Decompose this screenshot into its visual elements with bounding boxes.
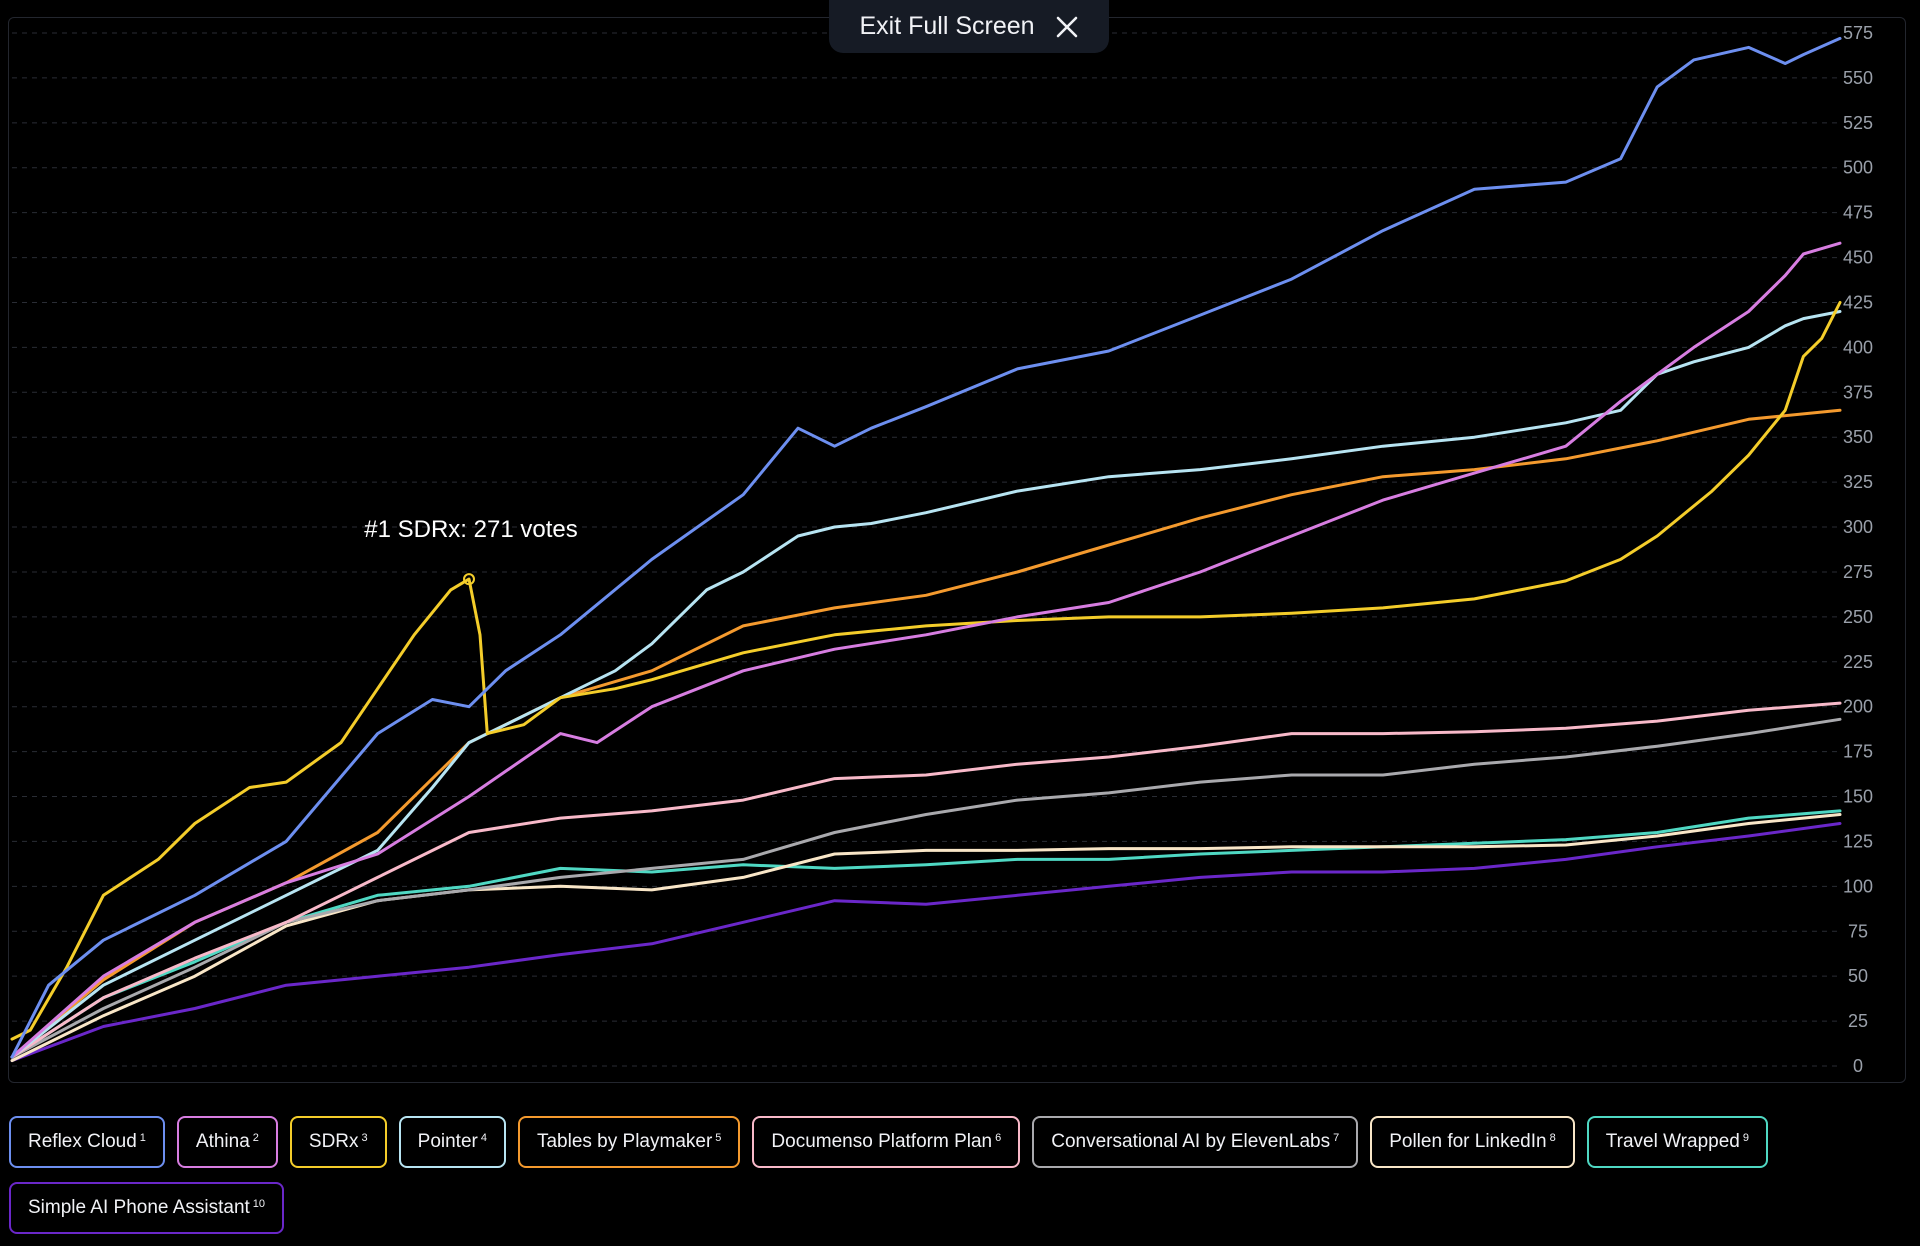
- legend-item-label: Tables by Playmaker: [536, 1131, 713, 1152]
- legend-item-label: Conversational AI by ElevenLabs: [1051, 1131, 1331, 1152]
- y-tick-label: 575: [1843, 23, 1873, 43]
- y-tick-label: 275: [1843, 562, 1873, 582]
- y-tick-label: 250: [1843, 607, 1873, 627]
- series-line-travel-wrapped[interactable]: [10, 809, 1842, 1059]
- legend-item-rank: 9: [1742, 1132, 1749, 1144]
- legend-item-label: Pollen for LinkedIn: [1389, 1131, 1547, 1152]
- exit-full-screen-button[interactable]: Exit Full Screen: [829, 0, 1109, 53]
- y-tick-label: 200: [1843, 697, 1873, 717]
- y-tick-label: 350: [1843, 427, 1873, 447]
- y-tick-label: 125: [1843, 831, 1873, 851]
- legend-item-athina[interactable]: Athina 2: [176, 1116, 278, 1168]
- y-tick-label: 175: [1843, 742, 1873, 762]
- legend-item-rank: 7: [1333, 1132, 1340, 1144]
- y-tick-label: 375: [1843, 382, 1873, 402]
- legend-item-rank: 4: [480, 1132, 487, 1144]
- legend-item-label: Athina: [195, 1131, 250, 1152]
- legend-item-rank: 6: [995, 1132, 1002, 1144]
- legend-item-rank: 10: [252, 1198, 266, 1210]
- legend-item-label: Reflex Cloud: [28, 1131, 137, 1152]
- legend-item-rank: 3: [361, 1132, 368, 1144]
- y-tick-label: 100: [1843, 876, 1873, 896]
- line-chart: 0 25 50 75 100 125 150 175 200 225 250 275 300 325 350…: [10, 23, 1873, 1076]
- series-line-tables-by-playmaker[interactable]: [10, 408, 1842, 1059]
- legend-item-sdrx[interactable]: SDRx 3: [289, 1116, 387, 1168]
- chart-legend: Reflex Cloud 1 Athina 2 SDRx 3 Pointer 4 Tables …: [9, 1116, 1909, 1234]
- legend-item-rank: 1: [139, 1132, 146, 1144]
- legend-item-label: Pointer: [417, 1131, 478, 1152]
- annotation-label: #1 SDRx: 271 votes: [364, 516, 577, 543]
- legend-item-documenso-platform-plan[interactable]: Documenso Platform Plan 6: [752, 1116, 1021, 1168]
- legend-item-tables-by-playmaker[interactable]: Tables by Playmaker 5: [517, 1116, 741, 1168]
- legend-item-label: SDRx: [308, 1131, 359, 1152]
- y-tick-label: 75: [1848, 921, 1868, 941]
- y-tick-label: 450: [1843, 248, 1873, 268]
- series-line-pollen-for-linkedin[interactable]: [10, 813, 1842, 1063]
- legend-item-reflex-cloud[interactable]: Reflex Cloud 1: [9, 1116, 165, 1168]
- legend-item-label: Documenso Platform Plan: [771, 1131, 993, 1152]
- series-line-pointer[interactable]: [10, 310, 1842, 1059]
- legend-item-simple-ai-phone-assistant[interactable]: Simple AI Phone Assistant 10: [9, 1182, 285, 1234]
- close-icon: [1056, 16, 1077, 37]
- legend-item-label: Simple AI Phone Assistant: [28, 1197, 250, 1218]
- y-tick-label: 550: [1843, 68, 1873, 88]
- y-tick-label: 500: [1843, 158, 1873, 178]
- y-tick-label: 225: [1843, 652, 1873, 672]
- y-tick-label: 325: [1843, 472, 1873, 492]
- y-tick-label: 525: [1843, 113, 1873, 133]
- series-line-athina[interactable]: [10, 241, 1842, 1059]
- exit-full-screen-label: Exit Full Screen: [859, 12, 1035, 40]
- y-tick-label: 400: [1843, 337, 1873, 357]
- legend-item-travel-wrapped[interactable]: Travel Wrapped 9: [1586, 1116, 1768, 1168]
- y-tick-label: 0: [1853, 1056, 1863, 1076]
- legend-item-rank: 5: [715, 1132, 722, 1144]
- legend-item-pollen-for-linkedin[interactable]: Pollen for LinkedIn 8: [1370, 1116, 1575, 1168]
- legend-item-rank: 8: [1549, 1132, 1556, 1144]
- legend-item-rank: 2: [252, 1132, 259, 1144]
- legend-item-pointer[interactable]: Pointer 4: [398, 1116, 506, 1168]
- series-line-conversational-ai-by-elevenlabs[interactable]: [10, 717, 1842, 1059]
- y-tick-label: 425: [1843, 292, 1873, 312]
- y-tick-label: 50: [1848, 966, 1868, 986]
- series-line-simple-ai-phone-assistant[interactable]: [10, 822, 1842, 1063]
- legend-item-label: Travel Wrapped: [1605, 1131, 1740, 1152]
- y-tick-label: 25: [1848, 1011, 1868, 1031]
- legend-item-conversational-ai-by-elevenlabs[interactable]: Conversational AI by ElevenLabs 7: [1032, 1116, 1359, 1168]
- y-tick-label: 150: [1843, 787, 1873, 807]
- y-tick-label: 300: [1843, 517, 1873, 537]
- series-line-sdrx[interactable]: [10, 301, 1842, 1041]
- y-tick-label: 475: [1843, 203, 1873, 223]
